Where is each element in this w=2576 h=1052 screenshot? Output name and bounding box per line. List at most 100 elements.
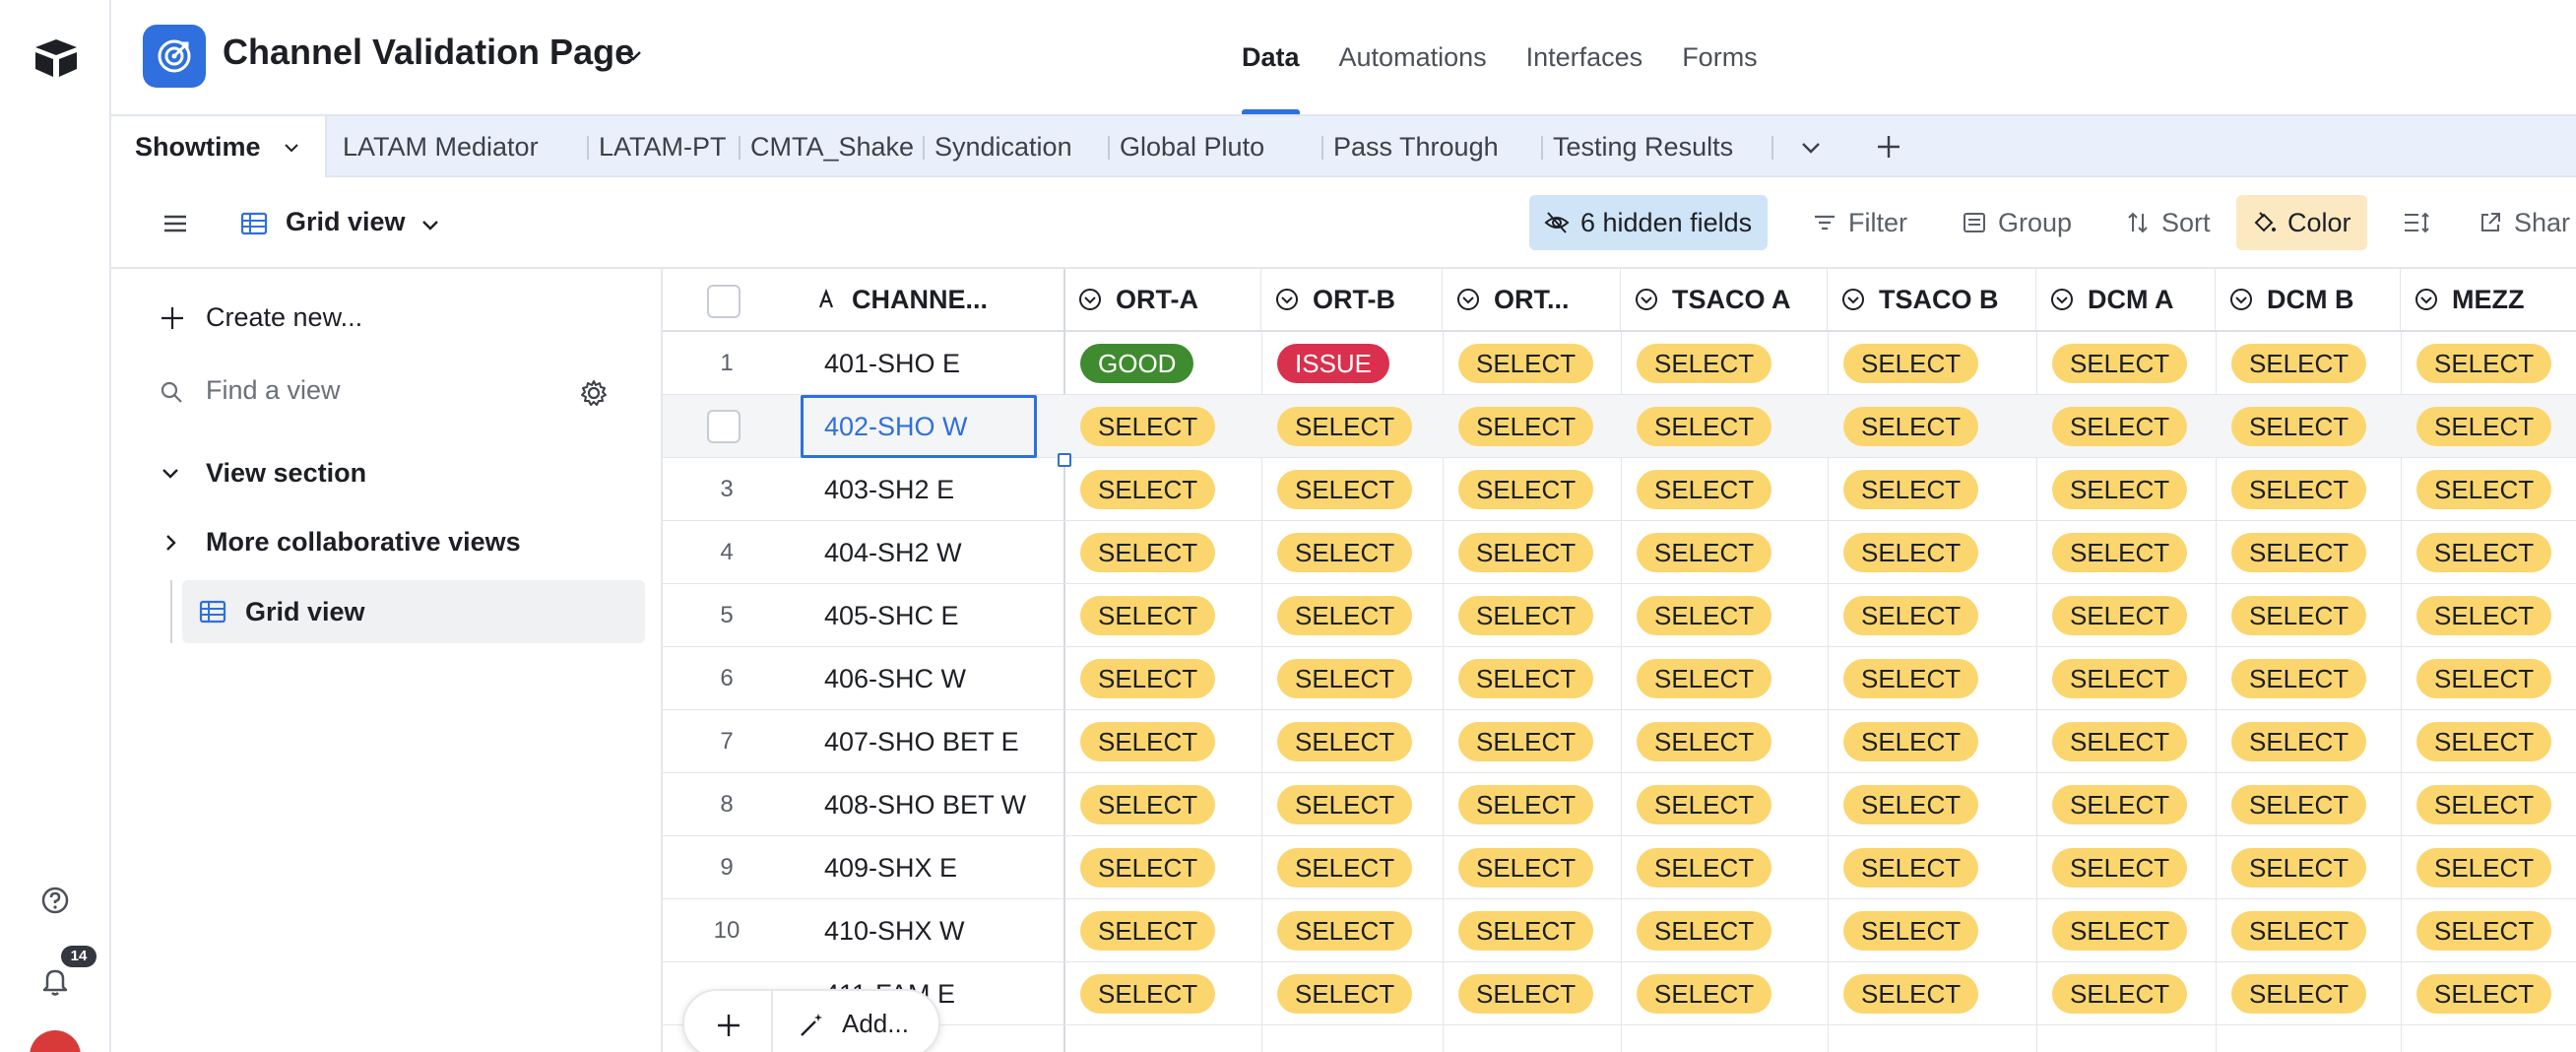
status-pill[interactable]: SELECT [1277, 722, 1413, 761]
table-row[interactable]: 9 409-SHX E SELECT SELECT SELECT SELECT SELECT… [663, 836, 2576, 899]
column-header[interactable]: ORT... [1443, 269, 1621, 330]
table-tab-latam-pt[interactable]: LATAM-PT [587, 116, 727, 177]
status-pill[interactable]: SELECT [1843, 533, 1979, 572]
status-pill[interactable]: SELECT [2416, 470, 2552, 509]
menu-icon[interactable] [161, 209, 190, 238]
status-pill[interactable]: SELECT [2416, 722, 2552, 761]
table-row[interactable]: 411-FAM ESELECTSELECTSELECTSELECTSELECTS… [663, 962, 2576, 1025]
status-pill[interactable]: SELECT [1458, 848, 1594, 888]
status-pill[interactable]: SELECT [2416, 407, 2552, 446]
status-pill[interactable]: SELECT [1080, 785, 1216, 824]
status-pill[interactable]: SELECT [2416, 974, 2552, 1014]
status-pill[interactable]: SELECT [1843, 659, 1979, 698]
magic-wand-icon[interactable] [797, 1011, 826, 1040]
status-pill[interactable]: SELECT [2052, 596, 2188, 635]
table-row[interactable]: 402-SHO W SELECT SELECT SELECT SELECT SELECT S… [663, 395, 2576, 467]
row-checkbox[interactable] [707, 410, 741, 443]
status-pill[interactable]: SELECT [1080, 470, 1216, 509]
status-pill[interactable]: SELECT [2052, 722, 2188, 761]
column-header[interactable]: DCM B [2216, 269, 2401, 330]
status-pill[interactable]: SELECT [1277, 659, 1413, 698]
table-tab-showtime[interactable]: Showtime [111, 116, 328, 181]
status-pill[interactable]: SELECT [2052, 785, 2188, 824]
column-header-channel[interactable]: CHANNE... [801, 269, 1064, 330]
status-pill[interactable]: SELECT [2052, 848, 2188, 888]
tab-data[interactable]: Data [1222, 0, 1320, 114]
table-row[interactable]: 8 408-SHO BET W SELECT SELECT SELECT SELECT SE… [663, 773, 2576, 836]
status-pill[interactable]: SELECT [1080, 722, 1216, 761]
table-row[interactable]: 6 406-SHC W SELECT SELECT SELECT SELECT SELECT… [663, 647, 2576, 710]
channel-name-cell[interactable]: 410-SHX W [801, 899, 1037, 962]
status-pill[interactable]: SELECT [1637, 344, 1772, 383]
select-all-checkbox[interactable] [707, 285, 741, 318]
status-pill[interactable]: SELECT [1458, 722, 1594, 761]
view-section-toggle[interactable]: View section [159, 458, 366, 489]
status-pill[interactable]: SELECT [1080, 848, 1216, 888]
status-pill[interactable]: SELECT [1458, 974, 1594, 1014]
app-logo-icon[interactable] [33, 37, 79, 79]
tab-interfaces[interactable]: Interfaces [1507, 0, 1663, 114]
status-pill[interactable]: SELECT [1843, 407, 1979, 446]
table-tab-global-pluto[interactable]: Global Pluto [1108, 116, 1264, 177]
group-button[interactable]: Group [1947, 195, 2088, 250]
status-pill[interactable]: SELECT [1637, 911, 1772, 951]
column-header[interactable]: ORT-B [1261, 269, 1443, 330]
status-pill[interactable]: SELECT [1277, 533, 1413, 572]
status-pill[interactable]: SELECT [1458, 659, 1594, 698]
column-header[interactable]: DCM A [2036, 269, 2216, 330]
status-pill[interactable]: SELECT [2231, 533, 2367, 572]
column-header[interactable]: TSACO B [1828, 269, 2036, 330]
collaborative-views-toggle[interactable]: More collaborative views [159, 527, 521, 558]
status-pill[interactable]: SELECT [2416, 533, 2552, 572]
gear-icon[interactable] [578, 377, 610, 409]
channel-name-cell[interactable]: 406-SHC W [801, 647, 1037, 710]
status-pill[interactable]: SELECT [1458, 407, 1594, 446]
add-table-icon[interactable] [1874, 132, 1903, 162]
channel-name-cell[interactable]: 401-SHO E [801, 332, 1037, 395]
status-pill[interactable]: SELECT [2416, 785, 2552, 824]
status-pill[interactable]: SELECT [1277, 974, 1413, 1014]
chevron-down-icon[interactable] [621, 43, 645, 67]
tab-forms[interactable]: Forms [1662, 0, 1777, 114]
status-pill[interactable]: SELECT [1277, 848, 1413, 888]
status-pill[interactable]: SELECT [1277, 785, 1413, 824]
status-pill[interactable]: SELECT [1637, 533, 1772, 572]
status-pill[interactable]: SELECT [1843, 596, 1979, 635]
status-pill[interactable]: SELECT [1843, 911, 1979, 951]
user-avatar[interactable] [30, 1030, 81, 1052]
status-pill[interactable]: SELECT [1637, 848, 1772, 888]
table-row[interactable]: 4 404-SH2 W SELECT SELECT SELECT SELECT SELECT… [663, 521, 2576, 584]
status-pill[interactable]: SELECT [1458, 470, 1594, 509]
status-pill[interactable]: SELECT [1637, 722, 1772, 761]
status-pill[interactable]: SELECT [1277, 911, 1413, 951]
table-row[interactable]: 3 403-SH2 E SELECT SELECT SELECT SELECT SELECT… [663, 458, 2576, 521]
status-pill[interactable]: SELECT [1843, 848, 1979, 888]
status-pill[interactable]: SELECT [1458, 533, 1594, 572]
share-view-button[interactable]: Shar [2463, 195, 2576, 250]
status-pill[interactable]: SELECT [2052, 407, 2188, 446]
status-pill[interactable]: SELECT [1637, 659, 1772, 698]
add-button-label[interactable]: Add... [842, 1009, 909, 1039]
channel-name-cell[interactable]: 407-SHO BET E [801, 710, 1037, 773]
channel-name-cell[interactable]: 403-SH2 E [801, 458, 1037, 521]
status-pill[interactable]: SELECT [2231, 344, 2367, 383]
row-height-icon[interactable] [2402, 209, 2431, 236]
table-row[interactable]: 1 401-SHO E GOOD ISSUE SELECT SELECT SELECT SEL… [663, 332, 2576, 395]
tab-automations[interactable]: Automations [1320, 0, 1507, 114]
status-pill[interactable]: SELECT [1277, 470, 1413, 509]
status-pill[interactable]: SELECT [1637, 596, 1772, 635]
channel-name-cell[interactable]: 409-SHX E [801, 836, 1037, 899]
sort-button[interactable]: Sort [2110, 195, 2226, 250]
help-icon[interactable] [39, 885, 71, 916]
notifications-bell-icon[interactable] [37, 963, 73, 999]
table-row[interactable]: 10 410-SHX W SELECT SELECT SELECT SELECT SELEC… [663, 899, 2576, 962]
status-pill[interactable]: SELECT [1843, 785, 1979, 824]
channel-name-cell[interactable]: 404-SH2 W [801, 521, 1037, 584]
table-tab-latam-mediator[interactable]: LATAM Mediator [343, 116, 539, 177]
hidden-fields-button[interactable]: 6 hidden fields [1529, 195, 1769, 250]
status-pill[interactable]: SELECT [1277, 596, 1413, 635]
status-pill[interactable]: SELECT [2231, 911, 2367, 951]
status-pill[interactable]: SELECT [2416, 659, 2552, 698]
status-pill[interactable]: SELECT [1080, 911, 1216, 951]
status-pill[interactable]: SELECT [1458, 344, 1594, 383]
